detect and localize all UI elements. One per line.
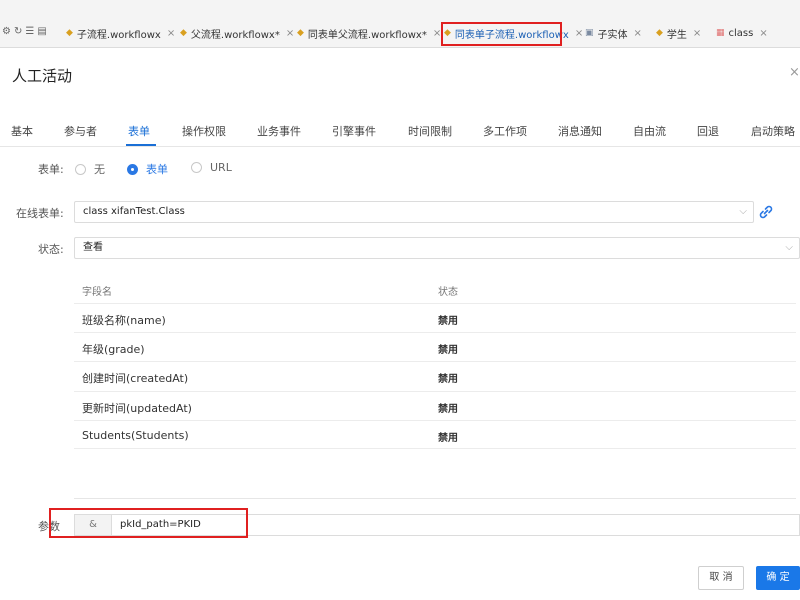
- tab-multi-work-items[interactable]: 多工作项: [483, 123, 527, 139]
- online-form-label: 在线表单:: [16, 207, 64, 220]
- file-tab-sub-entity[interactable]: ▣ 子实体 ×: [585, 24, 642, 42]
- editor-tab-strip: ⚙ ↻ ☰ ▤ ◆ 子流程.workflowx × ◆ 父流程.workflow…: [0, 0, 800, 48]
- file-tab-label: 同表单父流程.workflowx*: [307, 29, 427, 41]
- online-form-value: class xifanTest.Class: [83, 206, 185, 217]
- table-row[interactable]: 班级名称(name) 禁用: [74, 303, 796, 332]
- close-icon[interactable]: ×: [286, 28, 294, 39]
- tab-free-flow[interactable]: 自由流: [633, 123, 666, 139]
- tab-form[interactable]: 表单: [128, 123, 150, 139]
- file-tab-class[interactable]: ▦ class ×: [716, 24, 768, 42]
- close-icon[interactable]: ×: [759, 28, 767, 39]
- radio-label: 无: [94, 163, 105, 176]
- settings-icon[interactable]: ⚙: [2, 27, 11, 37]
- field-name: 更新时间(updatedAt): [82, 402, 192, 415]
- tab-start-strategy[interactable]: 启动策略: [751, 123, 795, 139]
- field-state[interactable]: 禁用: [438, 429, 458, 444]
- cancel-button[interactable]: 取 消: [698, 566, 744, 590]
- file-tab-label: 子流程.workflowx: [76, 29, 161, 41]
- list-icon[interactable]: ☰: [25, 27, 34, 37]
- refresh-icon[interactable]: ↻: [14, 27, 22, 37]
- class-icon: ▦: [716, 28, 725, 38]
- field-state[interactable]: 禁用: [438, 370, 458, 385]
- file-tab-parent-process[interactable]: ◆ 父流程.workflowx* ×: [180, 24, 294, 42]
- radio-label: URL: [210, 161, 232, 174]
- workflow-icon: ◆: [180, 28, 187, 38]
- tab-participants[interactable]: 参与者: [64, 123, 97, 139]
- radio-label: 表单: [146, 163, 168, 176]
- property-tabs: 基本 参与者 表单 操作权限 业务事件 引擎事件 时间限制 多工作项 消息通知 …: [0, 123, 800, 147]
- field-state[interactable]: 禁用: [438, 312, 458, 327]
- file-tab-student[interactable]: ◆ 学生 ×: [656, 24, 701, 42]
- tab-rollback[interactable]: 回退: [697, 123, 719, 139]
- radio-button[interactable]: [75, 163, 86, 175]
- field-state[interactable]: 禁用: [438, 341, 458, 356]
- file-tab-label: 子实体: [597, 29, 628, 41]
- divider: [74, 498, 796, 499]
- tab-operation-permissions[interactable]: 操作权限: [182, 123, 226, 139]
- radio-button[interactable]: [191, 162, 202, 173]
- field-name: 创建时间(createdAt): [82, 372, 189, 385]
- table-row[interactable]: 年级(grade) 禁用: [74, 332, 796, 361]
- field-state[interactable]: 禁用: [438, 400, 458, 415]
- field-name: Students(Students): [82, 429, 189, 442]
- file-tab-label: 学生: [666, 29, 687, 41]
- close-icon[interactable]: ×: [634, 28, 642, 39]
- close-icon[interactable]: ×: [693, 28, 701, 39]
- close-icon[interactable]: ×: [433, 28, 441, 39]
- radio-none[interactable]: 无: [75, 161, 105, 177]
- entity-icon: ▣: [585, 28, 594, 38]
- toolbar-icons: ⚙ ↻ ☰ ▤: [2, 27, 47, 37]
- status-label: 状态:: [38, 243, 64, 256]
- table-row[interactable]: 更新时间(updatedAt) 禁用: [74, 391, 796, 420]
- tab-time-limit[interactable]: 时间限制: [408, 123, 452, 139]
- link-icon[interactable]: [756, 202, 776, 222]
- status-select[interactable]: 查看 ⌵: [74, 237, 800, 259]
- table-row[interactable]: 创建时间(createdAt) 禁用: [74, 361, 796, 390]
- save-icon[interactable]: ▤: [37, 27, 46, 37]
- tab-message-notification[interactable]: 消息通知: [558, 123, 602, 139]
- file-tab-same-form-parent[interactable]: ◆ 同表单父流程.workflowx* ×: [297, 24, 441, 42]
- radio-url[interactable]: URL: [191, 161, 232, 174]
- workflow-icon: ◆: [66, 28, 73, 38]
- status-value: 查看: [83, 242, 103, 253]
- column-header-state: 状态: [438, 287, 458, 298]
- file-tab-label: 父流程.workflowx*: [190, 29, 280, 41]
- close-icon[interactable]: ×: [789, 65, 800, 80]
- tab-engine-events[interactable]: 引擎事件: [332, 123, 376, 139]
- online-form-select[interactable]: class xifanTest.Class ⌵: [74, 201, 754, 223]
- file-tab-label: class: [728, 27, 754, 39]
- ok-button[interactable]: 确 定: [756, 566, 800, 590]
- close-icon[interactable]: ×: [575, 28, 583, 39]
- radio-form[interactable]: 表单: [127, 161, 168, 177]
- highlight-box: [49, 508, 248, 538]
- column-header-field-name: 字段名: [82, 287, 112, 298]
- table-row[interactable]: Students(Students) 禁用: [74, 420, 796, 449]
- workflow-icon: ◆: [297, 28, 304, 38]
- highlight-box: [441, 22, 562, 46]
- tab-business-events[interactable]: 业务事件: [257, 123, 301, 139]
- chevron-down-icon: ⌵: [785, 242, 793, 253]
- file-tab-subprocess[interactable]: ◆ 子流程.workflowx ×: [66, 24, 175, 42]
- field-name: 班级名称(name): [82, 314, 166, 327]
- form-type-label: 表单:: [38, 163, 64, 176]
- close-icon[interactable]: ×: [167, 28, 175, 39]
- active-tab-indicator: [126, 144, 156, 146]
- field-name: 年级(grade): [82, 343, 145, 356]
- chevron-down-icon: ⌵: [739, 206, 747, 217]
- dialog-title: 人工活动: [12, 67, 73, 85]
- workflow-icon: ◆: [656, 28, 663, 38]
- radio-button-selected[interactable]: [127, 163, 138, 175]
- tab-basic[interactable]: 基本: [11, 123, 33, 139]
